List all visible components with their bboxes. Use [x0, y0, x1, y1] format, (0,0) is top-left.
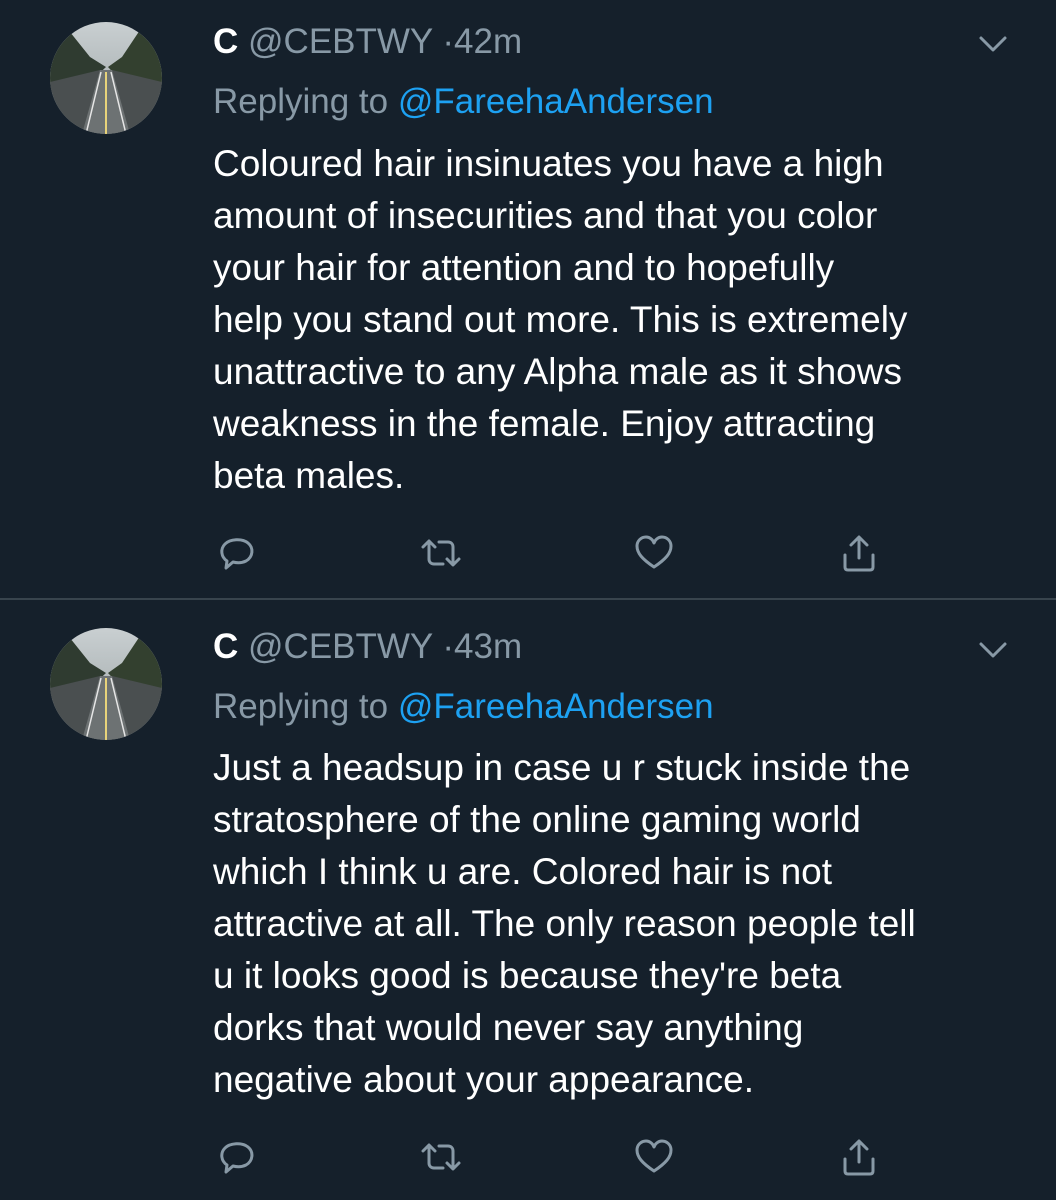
chevron-down-icon[interactable]: [975, 32, 1011, 56]
share-button[interactable]: [834, 528, 884, 578]
tweet-actions: [0, 1132, 1056, 1182]
user-handle[interactable]: @CEBTWY: [248, 627, 433, 666]
heart-icon: [635, 535, 673, 569]
tweet-text-line: weakness in the female. Enjoy attracting: [213, 403, 876, 444]
replying-to: Replying to @FareehaAndersen: [213, 80, 714, 124]
tweet-text-line: stratosphere of the online gaming world: [213, 799, 861, 840]
retweet-icon: [421, 539, 461, 567]
tweet-header: C @CEBTWY ·43m: [213, 625, 522, 669]
replying-to-handle[interactable]: @FareehaAndersen: [398, 687, 714, 726]
tweet-text-line: your hair for attention and to hopefully: [213, 247, 835, 288]
tweet-text-line: beta males.: [213, 455, 405, 496]
avatar[interactable]: [50, 628, 162, 740]
chevron-down-icon[interactable]: [975, 638, 1011, 662]
tweet[interactable]: C @CEBTWY ·42m Replying to @FareehaAnder…: [0, 0, 1056, 599]
share-icon: [843, 535, 875, 572]
avatar[interactable]: [50, 22, 162, 134]
heart-icon: [635, 1139, 673, 1173]
user-handle[interactable]: @CEBTWY: [248, 22, 433, 61]
tweet-text-line: dorks that would never say anything: [213, 1007, 804, 1048]
tweet-text-line: amount of insecurities and that you colo…: [213, 195, 878, 236]
tweet-text-line: attractive at all. The only reason peopl…: [213, 903, 916, 944]
display-name[interactable]: C: [213, 22, 238, 61]
display-name[interactable]: C: [213, 627, 238, 666]
tweet-text-line: u it looks good is because they're beta: [213, 955, 842, 996]
timestamp[interactable]: 43m: [454, 627, 522, 666]
tweet-text-line: negative about your appearance.: [213, 1059, 755, 1100]
tweet-text-line: Just a headsup in case u r stuck inside …: [213, 747, 911, 788]
reply-button[interactable]: [212, 528, 262, 578]
like-button[interactable]: [629, 1132, 679, 1182]
replying-to-handle[interactable]: @FareehaAndersen: [398, 82, 714, 121]
separator-dot: ·: [442, 627, 455, 666]
reply-icon: [220, 1142, 254, 1174]
tweet-text: Coloured hair insinuates you have a high…: [213, 138, 1033, 502]
tweet-text-line: help you stand out more. This is extreme…: [213, 299, 908, 340]
replying-to-label: Replying to: [213, 687, 389, 726]
separator-dot: ·: [442, 22, 455, 61]
reply-icon: [220, 538, 254, 570]
replying-to: Replying to @FareehaAndersen: [213, 685, 714, 729]
reply-button[interactable]: [212, 1132, 262, 1182]
tweet-text-line: unattractive to any Alpha male as it sho…: [213, 351, 902, 392]
retweet-icon: [421, 1143, 461, 1171]
retweet-button[interactable]: [416, 528, 466, 578]
timestamp[interactable]: 42m: [454, 22, 522, 61]
tweet-text: Just a headsup in case u r stuck inside …: [213, 742, 1033, 1106]
replying-to-label: Replying to: [213, 82, 389, 121]
tweet-actions: [0, 528, 1056, 578]
tweet[interactable]: C @CEBTWY ·43m Replying to @FareehaAnder…: [0, 600, 1056, 1200]
tweet-text-line: Coloured hair insinuates you have a high: [213, 143, 884, 184]
retweet-button[interactable]: [416, 1132, 466, 1182]
tweet-header: C @CEBTWY ·42m: [213, 20, 522, 64]
share-button[interactable]: [834, 1132, 884, 1182]
like-button[interactable]: [629, 528, 679, 578]
tweet-text-line: which I think u are. Colored hair is not: [213, 851, 833, 892]
share-icon: [843, 1139, 875, 1176]
